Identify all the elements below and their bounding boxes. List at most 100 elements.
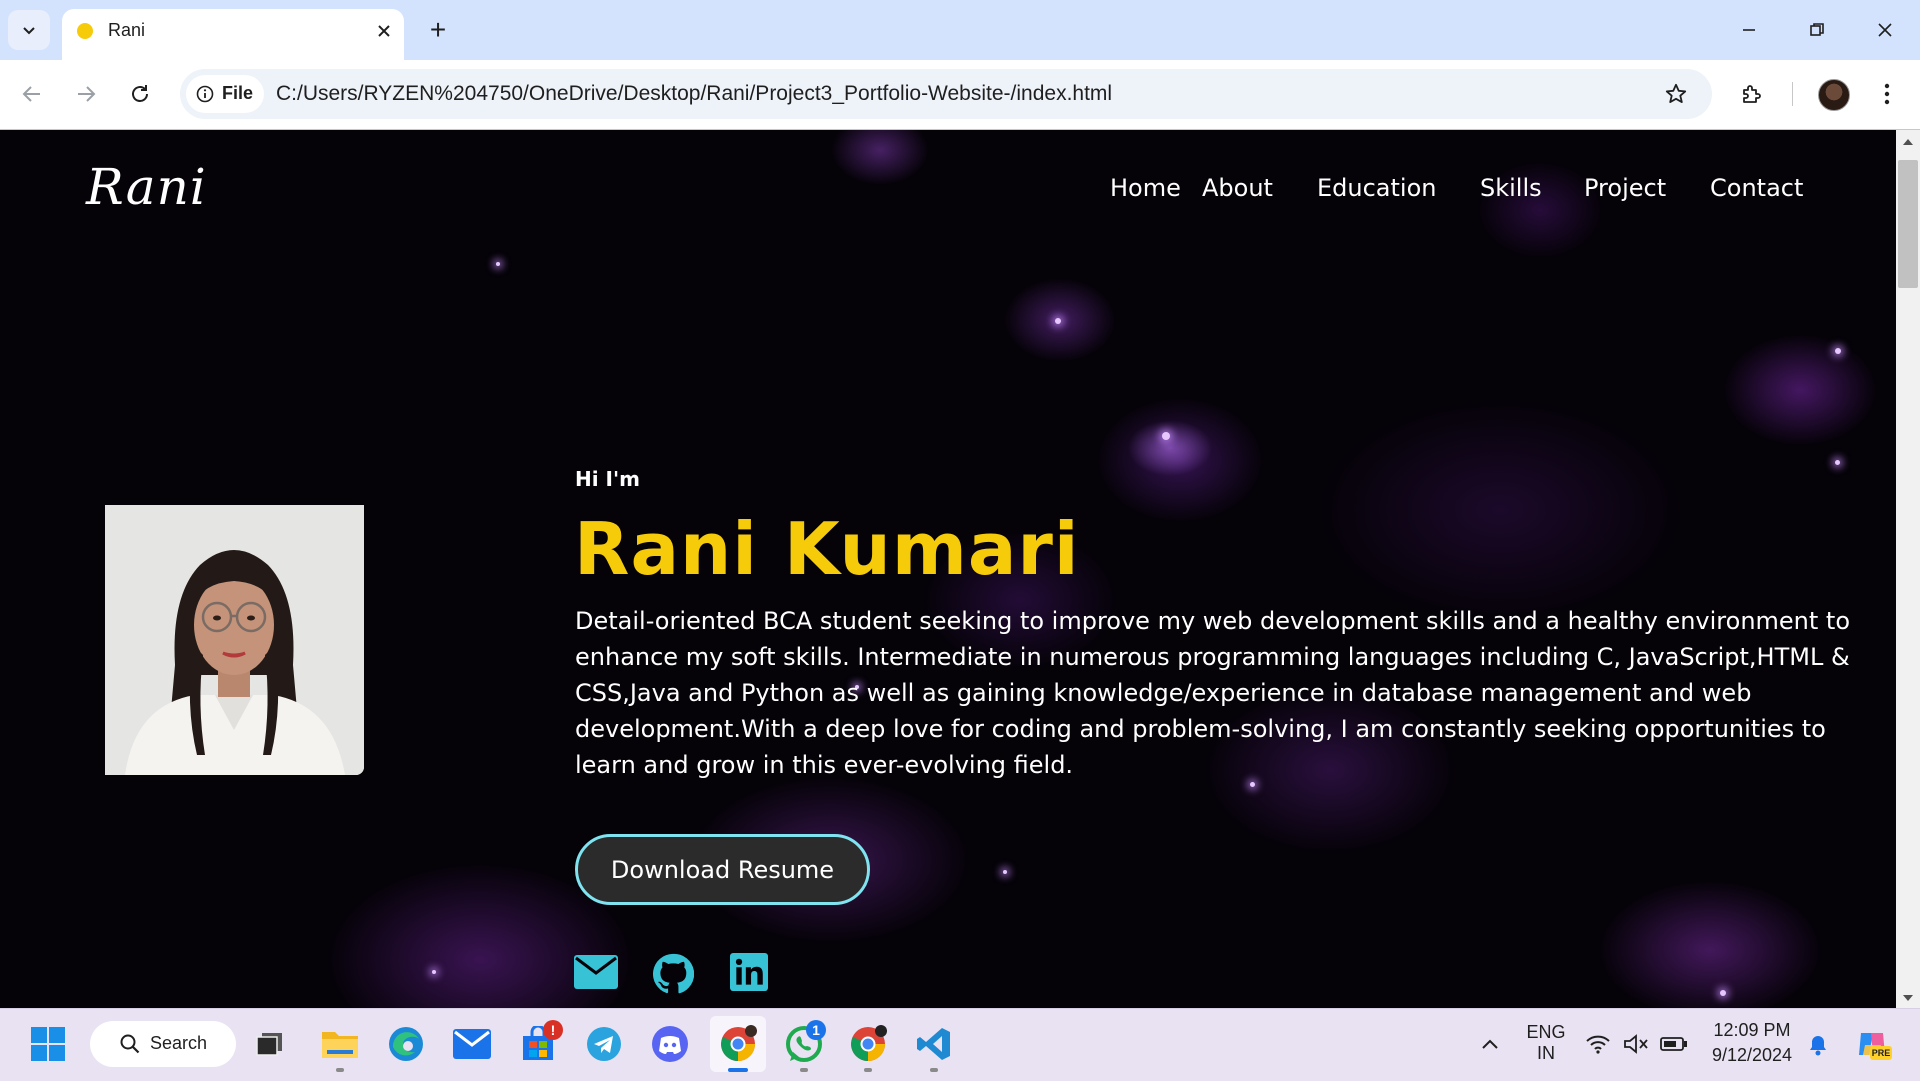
more-vert-icon	[1884, 83, 1890, 105]
language-indicator[interactable]: ENG IN	[1520, 1022, 1572, 1064]
mail-icon	[453, 1029, 491, 1059]
taskbar-search[interactable]: Search	[90, 1021, 236, 1067]
taskbar-chrome-second[interactable]	[846, 1022, 890, 1066]
github-link[interactable]	[652, 953, 694, 995]
info-icon	[196, 85, 214, 103]
nav-home[interactable]: Home	[1110, 174, 1181, 202]
restore-icon	[1810, 23, 1824, 36]
scroll-up-arrow[interactable]	[1896, 134, 1920, 150]
back-button[interactable]	[14, 76, 50, 112]
hero-name: Rani Kumari	[574, 507, 1080, 591]
nav-about[interactable]: About	[1202, 174, 1273, 202]
background-star	[1055, 318, 1061, 324]
windows-icon	[31, 1027, 65, 1061]
arrow-left-icon	[22, 86, 40, 102]
background-star	[1720, 990, 1726, 996]
site-info-chip[interactable]: File	[186, 75, 264, 113]
notifications-button[interactable]	[1798, 1022, 1838, 1066]
new-tab-button[interactable]: +	[418, 12, 458, 48]
active-indicator	[728, 1068, 748, 1072]
background-star	[432, 970, 436, 974]
volume-status[interactable]	[1618, 1022, 1654, 1066]
whatsapp-badge: 1	[806, 1020, 826, 1040]
email-icon	[574, 955, 618, 989]
tab-title: Rani	[108, 20, 146, 40]
bookmark-button[interactable]	[1658, 76, 1694, 112]
running-indicator	[336, 1068, 344, 1072]
store-notification-badge: !	[543, 1020, 563, 1040]
clock-date: 9/12/2024	[1711, 1045, 1793, 1065]
page-viewport: Rani Home About Education Skills Project…	[0, 130, 1896, 1008]
close-icon	[1878, 23, 1892, 37]
minimize-icon	[1743, 29, 1755, 31]
close-window-button[interactable]	[1860, 12, 1910, 48]
background-star	[1835, 348, 1841, 354]
search-icon	[120, 1034, 140, 1054]
close-icon	[378, 25, 390, 37]
profile-photo	[105, 505, 364, 775]
taskbar-vscode[interactable]	[912, 1022, 956, 1066]
taskbar-discord[interactable]	[648, 1022, 692, 1066]
region-code: IN	[1537, 1043, 1555, 1063]
site-logo[interactable]: Rani	[86, 158, 207, 216]
language-code: ENG	[1526, 1022, 1566, 1042]
show-hidden-icons-button[interactable]	[1468, 1022, 1512, 1066]
browser-menu-button[interactable]	[1872, 76, 1902, 112]
linkedin-link[interactable]	[730, 953, 768, 991]
puzzle-icon	[1743, 85, 1761, 103]
nav-contact[interactable]: Contact	[1710, 174, 1803, 202]
star-outline-icon	[1665, 83, 1687, 103]
arrow-right-icon	[78, 86, 96, 102]
scroll-down-arrow[interactable]	[1896, 990, 1920, 1006]
copilot-preview-badge: PRE	[1870, 1046, 1892, 1060]
battery-icon	[1660, 1037, 1687, 1051]
telegram-icon	[587, 1027, 621, 1061]
edge-icon	[389, 1027, 423, 1061]
bell-icon	[1810, 1036, 1826, 1056]
taskbar-edge[interactable]	[384, 1022, 428, 1066]
scrollbar-thumb[interactable]	[1898, 160, 1918, 288]
volume-mute-icon	[1624, 1034, 1648, 1054]
toolbar-divider	[1792, 82, 1793, 106]
forward-button[interactable]	[68, 76, 104, 112]
background-star	[1835, 460, 1840, 465]
nav-skills[interactable]: Skills	[1480, 174, 1542, 202]
clock[interactable]: 12:09 PM 9/12/2024	[1704, 1020, 1800, 1066]
nav-education[interactable]: Education	[1317, 174, 1436, 202]
task-view-icon	[256, 1033, 282, 1056]
chevron-down-icon	[23, 27, 35, 35]
profile-avatar[interactable]	[1818, 79, 1850, 111]
background-star	[1162, 432, 1170, 440]
wifi-icon	[1586, 1035, 1610, 1054]
chrome-icon	[851, 1025, 887, 1061]
taskbar-telegram[interactable]	[582, 1022, 626, 1066]
background-star	[496, 262, 500, 266]
taskbar-file-explorer[interactable]	[318, 1022, 362, 1066]
minimize-button[interactable]	[1724, 12, 1774, 48]
tab-close-button[interactable]	[370, 18, 398, 44]
wifi-status[interactable]	[1580, 1022, 1616, 1066]
chrome-icon	[721, 1025, 757, 1061]
folder-icon	[322, 1032, 358, 1058]
restore-button[interactable]	[1792, 12, 1842, 48]
nav-project[interactable]: Project	[1584, 174, 1666, 202]
start-button[interactable]	[26, 1022, 70, 1066]
battery-status[interactable]	[1656, 1022, 1692, 1066]
hero-bio: Detail-oriented BCA student seeking to i…	[575, 607, 1851, 779]
task-view-button[interactable]	[248, 1022, 292, 1066]
tab-search-button[interactable]	[8, 10, 50, 50]
download-resume-button[interactable]: Download Resume	[575, 834, 870, 905]
running-indicator	[800, 1068, 808, 1072]
hero-greeting: Hi I'm	[575, 467, 640, 491]
taskbar-chrome-active[interactable]	[716, 1022, 760, 1066]
chevron-up-icon	[1482, 1039, 1498, 1049]
running-indicator	[864, 1068, 872, 1072]
reload-button[interactable]	[122, 76, 158, 112]
discord-icon	[652, 1026, 688, 1062]
github-icon	[652, 953, 694, 994]
reload-icon	[132, 85, 148, 102]
taskbar-mail[interactable]	[450, 1022, 494, 1066]
email-link[interactable]	[574, 955, 618, 989]
extensions-button[interactable]	[1734, 76, 1770, 112]
url-text[interactable]: C:/Users/RYZEN%204750/OneDrive/Desktop/R…	[276, 82, 1112, 106]
